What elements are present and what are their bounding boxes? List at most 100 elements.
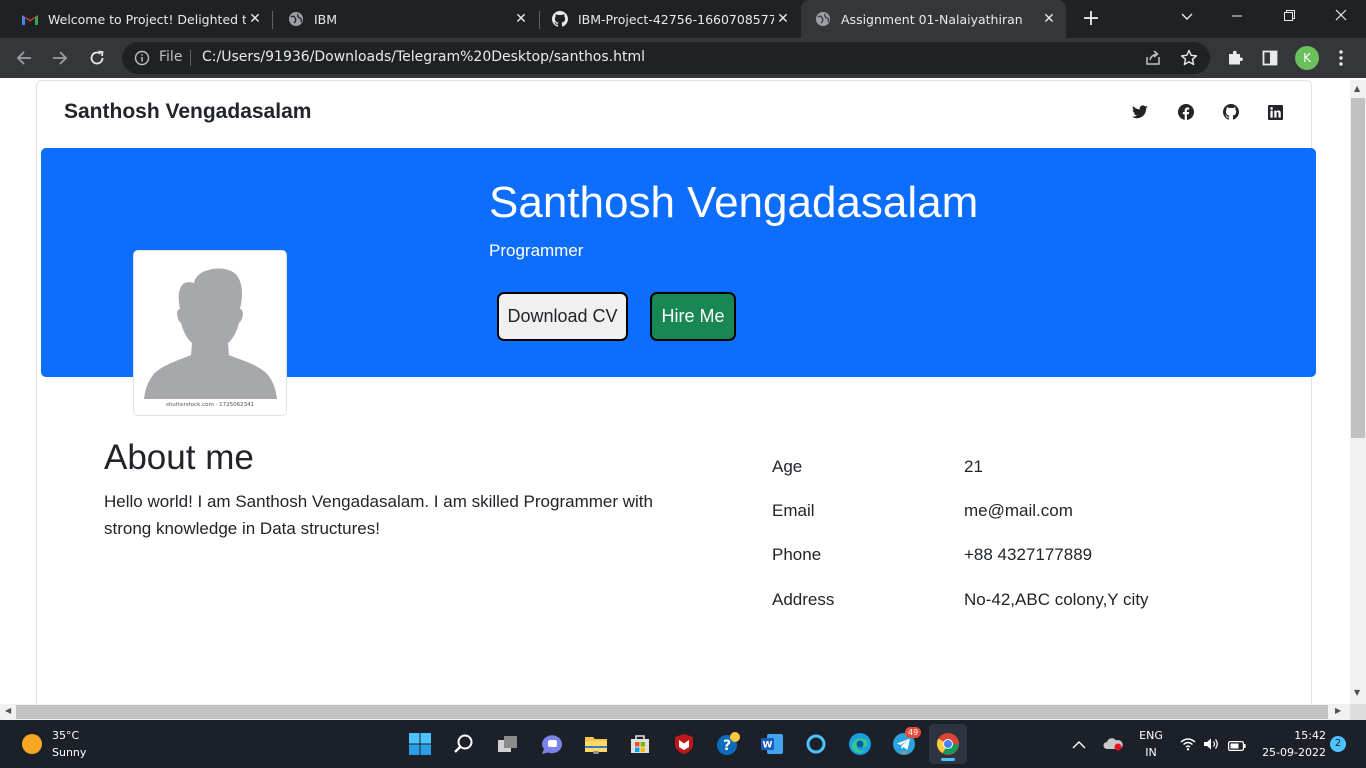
minimize-icon: [1232, 15, 1242, 17]
navbar-brand[interactable]: Santhosh Vengadasalam: [64, 100, 311, 124]
store-icon: [631, 735, 649, 753]
tab-title: Welcome to Project! Delighted to: [48, 11, 246, 27]
chrome-button[interactable]: [929, 724, 967, 764]
windows-logo-icon: [409, 733, 431, 755]
language-region[interactable]: IN: [1136, 746, 1166, 759]
teams-chat-button[interactable]: [539, 731, 565, 757]
globe-icon: [288, 11, 304, 27]
chrome-icon: [936, 733, 959, 755]
close-icon: [1335, 9, 1347, 21]
language-indicator[interactable]: ENG: [1136, 729, 1166, 742]
tab-title: IBM-Project-42756-1660708577: [578, 11, 774, 27]
sun-icon[interactable]: [22, 734, 42, 754]
scroll-corner: [1350, 704, 1366, 720]
weather-temperature[interactable]: 35°C: [52, 729, 79, 742]
more-vert-icon: [1339, 50, 1343, 66]
horizontal-scroll-thumb[interactable]: [16, 705, 1328, 719]
restore-button[interactable]: [1266, 0, 1312, 38]
puzzle-icon: [1229, 50, 1243, 65]
tab-gmail[interactable]: Welcome to Project! Delighted to ✕: [0, 0, 272, 38]
tab-title: Assignment 01-Nalaiyathiran: [841, 11, 1023, 27]
vertical-scroll-thumb[interactable]: [1351, 98, 1365, 438]
forward-button[interactable]: [47, 45, 73, 71]
tab-github[interactable]: IBM-Project-42756-1660708577 ✕: [530, 0, 800, 38]
volume-icon[interactable]: [1203, 736, 1219, 755]
chevron-up-icon[interactable]: [1072, 735, 1086, 754]
svg-text:?: ?: [723, 738, 731, 754]
tab-assignment[interactable]: Assignment 01-Nalaiyathiran ✕: [801, 0, 1066, 38]
get-help-button[interactable]: ?: [715, 731, 741, 757]
svg-text:W: W: [763, 741, 773, 751]
info-icon[interactable]: [134, 50, 150, 70]
share-icon[interactable]: [1144, 49, 1162, 71]
task-view-button[interactable]: [495, 731, 521, 757]
microsoft-store-button[interactable]: [627, 731, 653, 757]
new-tab-button[interactable]: +: [1078, 6, 1104, 32]
clock-date[interactable]: 25-09-2022: [1256, 746, 1326, 759]
reload-icon: [90, 50, 104, 65]
file-explorer-button[interactable]: [583, 731, 609, 757]
globe-icon: [815, 11, 831, 27]
search-icon: [454, 734, 473, 753]
info-label-phone: Phone: [772, 545, 822, 564]
scroll-left-arrow-icon[interactable]: ◀: [5, 706, 11, 715]
github-icon[interactable]: [1221, 102, 1241, 122]
scroll-down-arrow-icon[interactable]: ▼: [1354, 688, 1360, 697]
info-value-email[interactable]: me@mail.com: [964, 501, 1073, 521]
help-icon: ?: [717, 732, 740, 755]
word-icon: W: [761, 734, 783, 754]
page-viewport: Santhosh Vengadasalam Santhosh Vengadasa…: [0, 80, 1350, 704]
avatar-silhouette-icon: [144, 268, 277, 399]
edge-button[interactable]: [847, 731, 873, 757]
close-window-button[interactable]: [1318, 0, 1364, 38]
extensions-button[interactable]: [1222, 45, 1248, 71]
profile-photo: shutterstock.com · 1725062341: [133, 250, 287, 416]
tab-ibm[interactable]: IBM ✕: [266, 0, 538, 38]
hire-me-button[interactable]: Hire Me: [650, 292, 736, 341]
download-cv-button[interactable]: Download CV: [497, 292, 628, 341]
profile-avatar[interactable]: K: [1295, 46, 1319, 70]
address-bar[interactable]: File C:/Users/91936/Downloads/Telegram%2…: [122, 42, 1210, 74]
reload-button[interactable]: [84, 45, 110, 71]
running-indicator: [593, 751, 599, 754]
search-button[interactable]: [451, 731, 477, 757]
tab-close-icon[interactable]: ✕: [246, 11, 264, 27]
start-button[interactable]: [407, 731, 433, 757]
tab-close-icon[interactable]: ✕: [512, 11, 530, 27]
minimize-button[interactable]: [1214, 0, 1260, 38]
twitter-icon[interactable]: [1130, 102, 1150, 122]
back-button[interactable]: [11, 45, 37, 71]
weather-condition[interactable]: Sunny: [52, 746, 86, 759]
wifi-icon[interactable]: [1180, 736, 1196, 755]
clock-time[interactable]: 15:42: [1256, 729, 1326, 742]
linkedin-icon[interactable]: [1265, 102, 1285, 122]
facebook-icon[interactable]: [1176, 102, 1196, 122]
about-text: Hello world! I am Santhosh Vengadasalam.…: [104, 492, 653, 538]
tab-close-icon[interactable]: ✕: [774, 11, 792, 27]
notification-badge[interactable]: 2: [1330, 736, 1346, 752]
side-panel-icon: [1262, 50, 1278, 66]
edge-icon: [849, 733, 871, 755]
tab-search-button[interactable]: [1164, 0, 1210, 38]
star-icon[interactable]: [1180, 49, 1198, 71]
active-indicator: [941, 758, 955, 761]
mcafee-button[interactable]: [671, 731, 697, 757]
arrow-left-icon: [16, 51, 31, 65]
onedrive-icon[interactable]: [1103, 736, 1123, 755]
word-button[interactable]: W: [759, 731, 785, 757]
side-panel-button[interactable]: [1257, 45, 1283, 71]
url-text[interactable]: C:/Users/91936/Downloads/Telegram%20Desk…: [202, 49, 645, 65]
scroll-up-arrow-icon[interactable]: ▲: [1354, 84, 1360, 93]
restore-icon: [1283, 10, 1295, 21]
tab-close-icon[interactable]: ✕: [1040, 11, 1058, 27]
telegram-button[interactable]: 49: [891, 727, 922, 757]
battery-icon[interactable]: [1228, 737, 1246, 756]
scroll-right-arrow-icon[interactable]: ▶: [1335, 706, 1341, 715]
hero-name: Santhosh Vengadasalam: [489, 178, 979, 227]
menu-button[interactable]: [1328, 45, 1354, 71]
chat-icon: [542, 735, 562, 754]
cortana-button[interactable]: [803, 731, 829, 757]
info-label-age: Age: [772, 457, 803, 476]
photo-watermark: shutterstock.com · 1725062341: [165, 402, 255, 408]
info-value-phone: +88 4327177889: [964, 545, 1093, 564]
